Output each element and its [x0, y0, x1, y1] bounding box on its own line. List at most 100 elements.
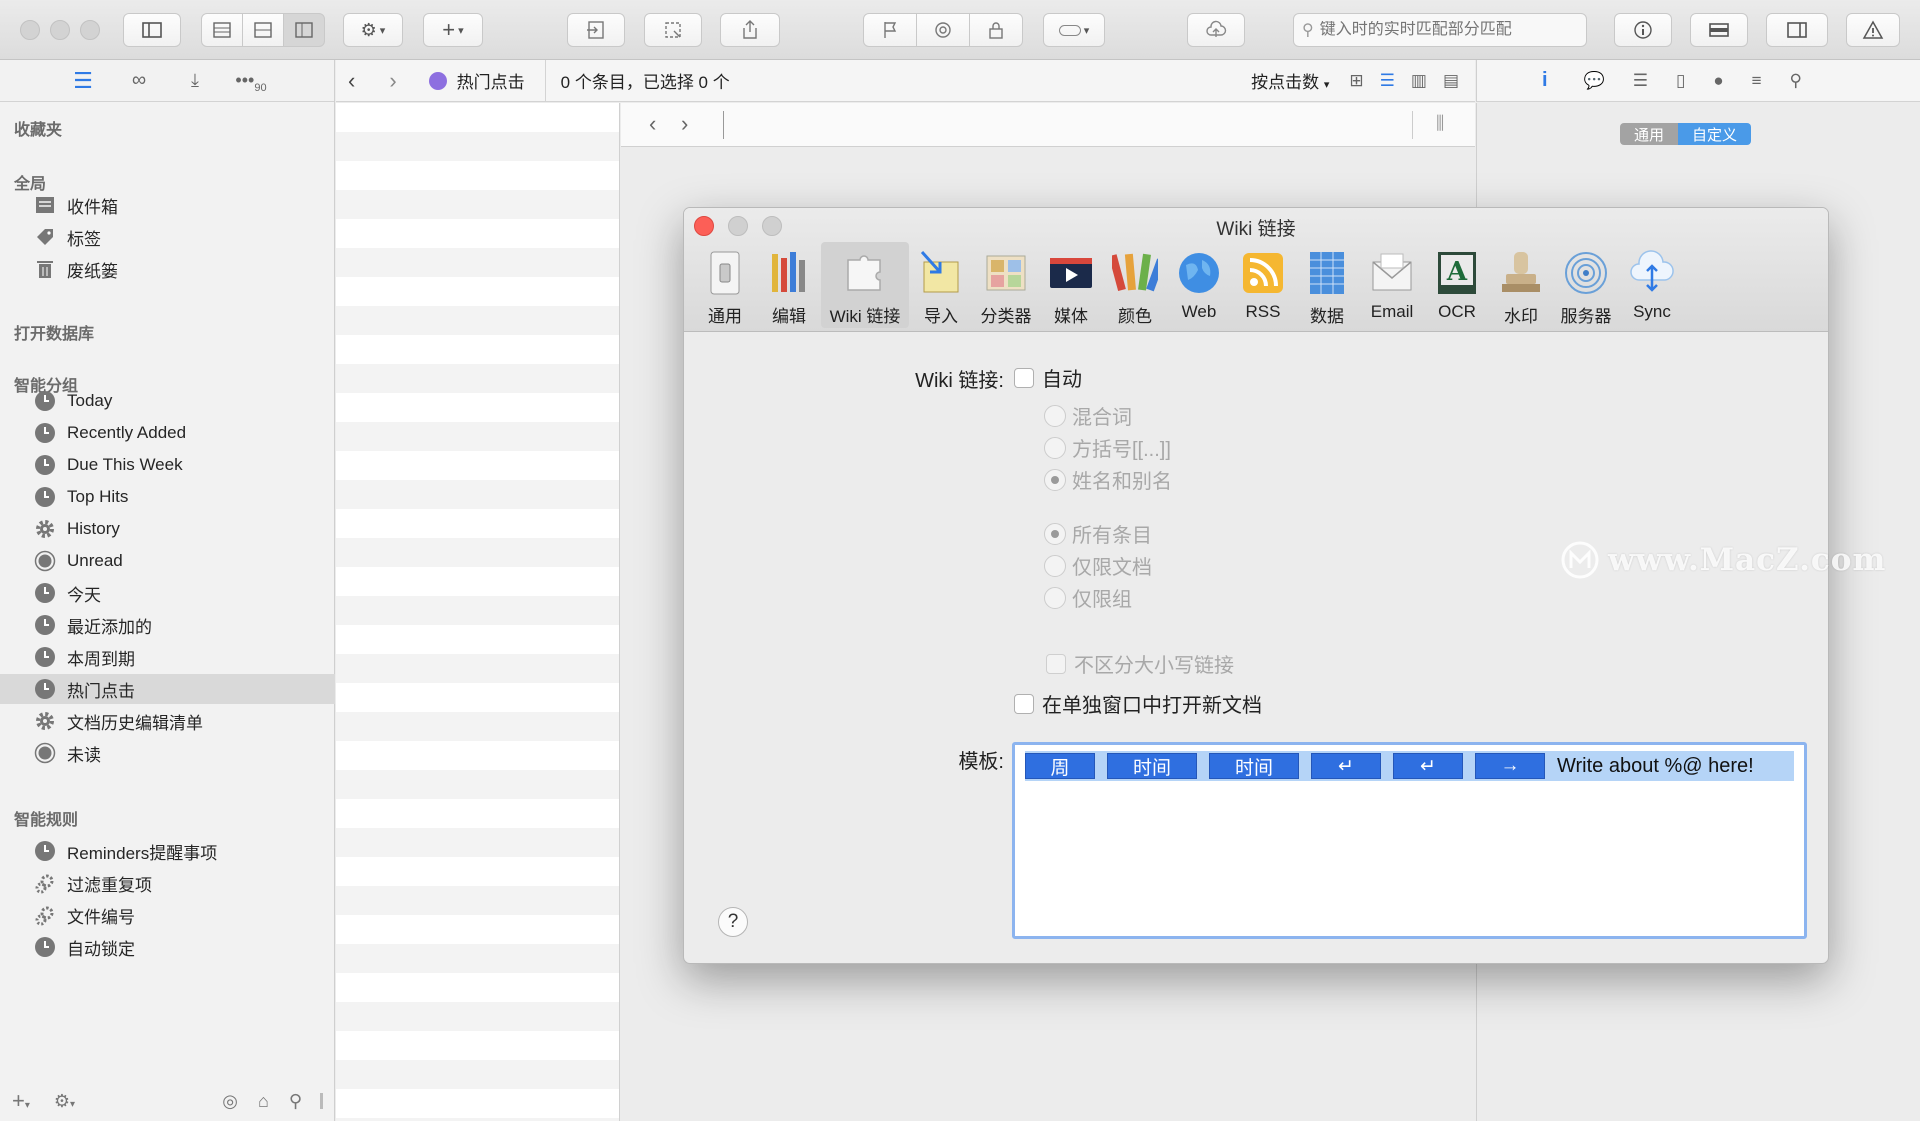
pref-tab-pencils[interactable]: 编辑: [757, 242, 821, 328]
capture-button[interactable]: [644, 13, 702, 47]
list-tab-button[interactable]: ☰: [68, 68, 98, 93]
pref-tab-data[interactable]: 数据: [1295, 242, 1359, 328]
document-icon[interactable]: ▯: [1676, 71, 1685, 91]
sidebar-item[interactable]: Unread: [0, 546, 335, 576]
sidebar-item[interactable]: 本周到期: [0, 642, 335, 672]
activity-tab-button[interactable]: ••• 90: [235, 69, 266, 94]
icon-view-button[interactable]: ⊞: [1349, 71, 1363, 91]
sort-menu[interactable]: 按点击数 ▾: [1251, 68, 1329, 93]
open-new-window-checkbox[interactable]: 在单独窗口中打开新文档: [1014, 689, 1262, 718]
add-button[interactable]: +▾: [12, 1088, 30, 1114]
pref-tab-server[interactable]: 服务器: [1553, 242, 1619, 328]
gear-menu-button[interactable]: ⚙▾: [54, 1091, 75, 1112]
search-icon[interactable]: ⚲: [1790, 71, 1802, 91]
toc-icon[interactable]: ☰: [1633, 71, 1648, 91]
column-view-icon[interactable]: ▥: [1411, 71, 1427, 91]
radio-option[interactable]: 仅限组: [1044, 583, 1132, 612]
import-tab-button[interactable]: ⤓: [180, 69, 210, 93]
info-icon[interactable]: i: [1542, 69, 1548, 92]
radio-option[interactable]: 方括号[[...]]: [1044, 433, 1171, 462]
radio-option[interactable]: 仅限文档: [1044, 551, 1152, 580]
template-token[interactable]: 周: [1025, 753, 1095, 779]
help-button[interactable]: ?: [718, 907, 748, 937]
pref-tab-import[interactable]: 导入: [909, 242, 973, 328]
resize-handle[interactable]: [320, 1093, 323, 1109]
concordance-icon[interactable]: ●: [1713, 71, 1723, 91]
pref-tab-media[interactable]: 媒体: [1039, 242, 1103, 328]
see-also-icon[interactable]: ≡: [1752, 71, 1762, 91]
radio-option[interactable]: 所有条目: [1044, 519, 1152, 548]
tab-general[interactable]: 通用: [1620, 123, 1679, 145]
tag-outline-icon[interactable]: ⌂: [258, 1091, 269, 1112]
sidebar-item[interactable]: Reminders提醒事项: [0, 836, 335, 866]
zoom-window-button[interactable]: [80, 20, 100, 40]
pref-tab-globe[interactable]: Web: [1167, 242, 1231, 328]
viewer-back-button[interactable]: ‹: [649, 111, 656, 137]
sidebar-item[interactable]: 文档历史编辑清单: [0, 706, 335, 736]
target-icon[interactable]: ◎: [222, 1091, 238, 1112]
sidebar-item[interactable]: Today: [0, 386, 335, 416]
radio-option[interactable]: 姓名和别名: [1044, 465, 1172, 494]
pin-icon[interactable]: ⚲: [289, 1091, 302, 1112]
sidebar-item[interactable]: 未读: [0, 738, 335, 768]
template-token[interactable]: ↵: [1393, 753, 1463, 779]
close-window-button[interactable]: [20, 20, 40, 40]
sidebar-item[interactable]: History: [0, 514, 335, 544]
toggle-panel-button[interactable]: [1690, 13, 1748, 47]
sidebar-item[interactable]: 自动锁定: [0, 932, 335, 962]
list-view-icon[interactable]: ☰: [1380, 71, 1395, 91]
toggle-inspector-button[interactable]: [1766, 13, 1828, 47]
sidebar-toggle-button[interactable]: [123, 13, 181, 47]
back-button[interactable]: ‹: [348, 68, 355, 94]
tab-custom[interactable]: 自定义: [1678, 123, 1752, 145]
display-settings-icon[interactable]: ⫼: [1436, 113, 1444, 134]
pref-tab-email[interactable]: Email: [1359, 242, 1425, 328]
sync-cloud-button[interactable]: [1187, 13, 1245, 47]
pref-tab-puzzle[interactable]: Wiki 链接: [821, 242, 909, 328]
template-editor[interactable]: 周时间 时间 ↵ ↵ → Write about %@ here!: [1012, 742, 1807, 939]
new-item-button[interactable]: + ▾: [423, 13, 483, 47]
pref-tab-switch[interactable]: 通用: [693, 242, 757, 328]
sidebar-item[interactable]: Recently Added: [0, 418, 335, 448]
case-insensitive-checkbox[interactable]: 不区分大小写链接: [1046, 649, 1234, 678]
search-input[interactable]: [1319, 21, 1560, 39]
move-to-button[interactable]: [567, 13, 625, 47]
info-button[interactable]: [1614, 13, 1672, 47]
template-token[interactable]: ↵: [1311, 753, 1381, 779]
template-token[interactable]: →: [1475, 753, 1545, 779]
viewer-forward-button[interactable]: ›: [681, 111, 688, 137]
sidebar-item[interactable]: 热门点击: [0, 674, 335, 704]
auto-checkbox[interactable]: 自动: [1014, 363, 1082, 392]
view-column-button[interactable]: [283, 13, 325, 47]
sidebar-item-inbox[interactable]: 收件箱: [0, 190, 335, 220]
annotation-icon[interactable]: 💬: [1584, 71, 1605, 91]
reading-tab-button[interactable]: ∞: [124, 69, 154, 93]
sidebar-item[interactable]: 文件编号: [0, 900, 335, 930]
pref-tab-stamp[interactable]: 水印: [1489, 242, 1553, 328]
sidebar-item[interactable]: 最近添加的: [0, 610, 335, 640]
log-button[interactable]: [1846, 13, 1900, 47]
template-token[interactable]: 时间: [1107, 753, 1197, 779]
sidebar-item[interactable]: Due This Week: [0, 450, 335, 480]
document-list[interactable]: [336, 103, 620, 1121]
pref-tab-palette[interactable]: 颜色: [1103, 242, 1167, 328]
template-token[interactable]: 时间: [1209, 753, 1299, 779]
sidebar-item-trash[interactable]: 废纸篓: [0, 254, 335, 284]
forward-button[interactable]: ›: [389, 68, 396, 94]
search-field[interactable]: ⚲: [1293, 13, 1587, 47]
mark-read-button[interactable]: [916, 13, 970, 47]
pref-tab-sync[interactable]: Sync: [1619, 242, 1685, 328]
sidebar-item[interactable]: 今天: [0, 578, 335, 608]
sidebar-item[interactable]: 过滤重复项: [0, 868, 335, 898]
label-menu-button[interactable]: ▾: [1043, 13, 1105, 47]
pref-tab-rss[interactable]: RSS: [1231, 242, 1295, 328]
sidebar-item[interactable]: Top Hits: [0, 482, 335, 512]
radio-option[interactable]: 混合词: [1044, 401, 1132, 430]
minimize-window-button[interactable]: [50, 20, 70, 40]
cover-flow-icon[interactable]: ▤: [1443, 71, 1459, 91]
view-split-button[interactable]: [242, 13, 284, 47]
pref-tab-classifier[interactable]: 分类器: [973, 242, 1039, 328]
flag-button[interactable]: [863, 13, 917, 47]
share-button[interactable]: [720, 13, 780, 47]
action-menu-button[interactable]: ⚙ ▾: [343, 13, 403, 47]
